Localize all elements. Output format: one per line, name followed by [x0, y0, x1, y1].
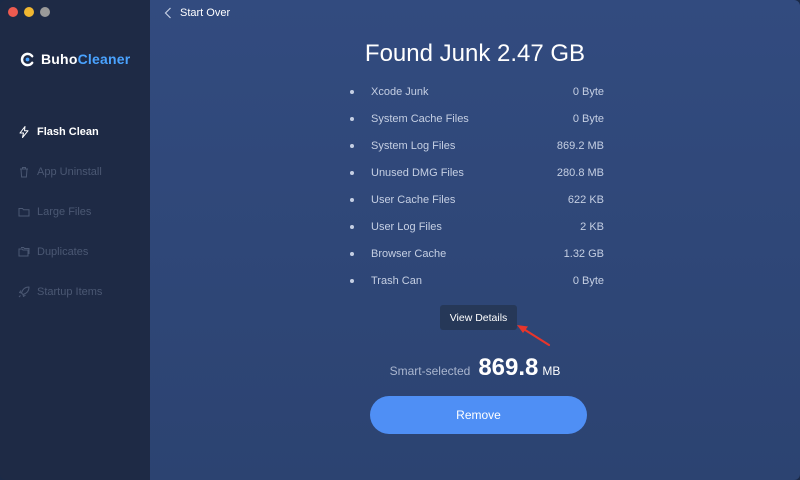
junk-item-name: System Cache Files: [371, 112, 469, 125]
list-item: User Log Files 2 KB: [348, 213, 604, 240]
list-item: Xcode Junk 0 Byte: [348, 78, 604, 105]
junk-item-name: Browser Cache: [371, 247, 447, 260]
start-over-button[interactable]: Start Over: [164, 7, 230, 19]
junk-item-name: System Log Files: [371, 139, 456, 152]
list-item: System Cache Files 0 Byte: [348, 105, 604, 132]
bullet-icon: [350, 224, 354, 229]
list-item: System Log Files 869.2 MB: [348, 132, 604, 159]
zoom-window-button[interactable]: [40, 7, 50, 17]
junk-item-name: Xcode Junk: [371, 85, 429, 98]
junk-item-name: User Log Files: [371, 220, 442, 233]
junk-item-size: 0 Byte: [572, 112, 604, 125]
buhocleaner-logo-icon: [20, 52, 34, 66]
sidebar-item-startup-items[interactable]: Startup Items: [0, 272, 150, 312]
junk-item-size: 622 KB: [567, 193, 604, 206]
junk-item-size: 2 KB: [580, 220, 604, 233]
junk-item-name: Unused DMG Files: [371, 166, 464, 179]
bullet-icon: [350, 197, 354, 202]
bullet-icon: [350, 251, 354, 256]
junk-item-size: 0 Byte: [572, 85, 604, 98]
junk-item-size: 869.2 MB: [556, 139, 604, 152]
smart-selected-label: Smart-selected: [389, 364, 471, 378]
app-name: BuhoCleaner: [41, 51, 131, 67]
list-item: Browser Cache 1.32 GB: [348, 240, 604, 267]
junk-item-name: User Cache Files: [371, 193, 456, 206]
app-brand: BuhoCleaner: [20, 51, 130, 67]
sidebar-item-label: Duplicates: [37, 246, 89, 258]
bullet-icon: [350, 143, 354, 148]
junk-item-name: Trash Can: [371, 274, 422, 287]
junk-list: Xcode Junk 0 Byte System Cache Files 0 Byt…: [348, 78, 604, 294]
bullet-icon: [350, 89, 354, 94]
sidebar-item-label: Large Files: [37, 206, 92, 218]
sidebar-item-label: App Uninstall: [37, 166, 102, 178]
start-over-label: Start Over: [180, 7, 231, 19]
bullet-icon: [350, 170, 354, 175]
list-item: User Cache Files 622 KB: [348, 186, 604, 213]
duplicate-folder-icon: [18, 247, 30, 257]
junk-item-size: 0 Byte: [572, 274, 604, 287]
smart-selected-value: 869.8: [478, 354, 539, 381]
folder-icon: [18, 208, 30, 217]
sidebar-item-label: Startup Items: [37, 286, 103, 298]
smart-selected-summary: Smart-selected 869.8 MB: [150, 354, 800, 382]
remove-button[interactable]: Remove: [370, 396, 587, 434]
smart-selected-unit: MB: [542, 364, 561, 378]
chevron-left-icon: [164, 7, 171, 19]
view-details-button[interactable]: View Details: [440, 305, 517, 330]
bullet-icon: [350, 116, 354, 121]
minimize-window-button[interactable]: [24, 7, 34, 17]
bullet-icon: [350, 278, 354, 283]
sidebar-item-app-uninstall[interactable]: App Uninstall: [0, 152, 150, 192]
list-item: Trash Can 0 Byte: [348, 267, 604, 294]
sidebar: BuhoCleaner Flash Clean App Uninstall La…: [0, 0, 150, 480]
main-panel: Start Over Found Junk 2.47 GB Xcode Junk…: [150, 0, 800, 480]
sidebar-item-flash-clean[interactable]: Flash Clean: [0, 112, 150, 152]
window-controls: [8, 7, 50, 17]
page-title: Found Junk 2.47 GB: [364, 40, 586, 67]
rocket-icon: [18, 286, 30, 298]
close-window-button[interactable]: [8, 7, 18, 17]
list-item: Unused DMG Files 280.8 MB: [348, 159, 604, 186]
red-arrow-icon: [517, 325, 551, 347]
app-window: BuhoCleaner Flash Clean App Uninstall La…: [0, 0, 800, 480]
sidebar-item-large-files[interactable]: Large Files: [0, 192, 150, 232]
junk-item-size: 280.8 MB: [556, 166, 604, 179]
sidebar-item-duplicates[interactable]: Duplicates: [0, 232, 150, 272]
trash-icon: [20, 167, 28, 178]
sidebar-nav: Flash Clean App Uninstall Large Files Du…: [0, 112, 150, 312]
lightning-icon: [19, 126, 29, 138]
junk-item-size: 1.32 GB: [563, 247, 604, 260]
sidebar-item-label: Flash Clean: [37, 126, 99, 138]
